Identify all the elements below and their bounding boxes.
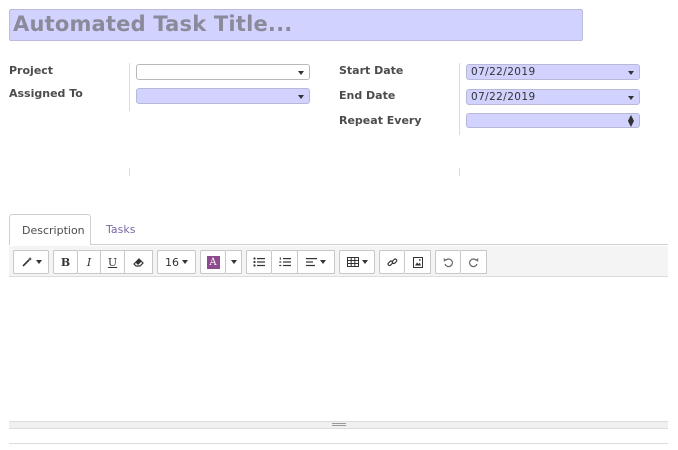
chevron-down-icon: [628, 96, 634, 100]
magic-wand-icon: [21, 257, 32, 267]
chevron-down-icon: [298, 95, 304, 99]
image-icon: [412, 256, 423, 268]
right-separator-lower: [459, 168, 460, 176]
undo-button[interactable]: [435, 250, 461, 274]
left-separator-lower: [129, 168, 130, 176]
font-color-dropdown[interactable]: [226, 250, 242, 274]
project-select[interactable]: [136, 64, 310, 80]
font-color-button[interactable]: A: [200, 250, 226, 274]
align-left-icon: [306, 258, 317, 267]
font-color-icon: A: [206, 255, 220, 269]
font-size-dropdown[interactable]: 16: [157, 250, 196, 274]
insert-link-button[interactable]: [379, 250, 405, 274]
description-editor-area[interactable]: [9, 278, 668, 421]
style-dropdown-button[interactable]: [13, 250, 49, 274]
tab-tasks[interactable]: Tasks: [106, 223, 135, 236]
footer-divider: [9, 443, 668, 444]
redo-icon: [469, 257, 479, 267]
insert-image-button[interactable]: [405, 250, 431, 274]
table-dropdown-button[interactable]: [339, 250, 375, 274]
unordered-list-button[interactable]: [246, 250, 272, 274]
start-date-label: Start Date: [339, 64, 404, 77]
chevron-down-icon: [230, 260, 237, 264]
italic-button[interactable]: I: [78, 250, 101, 274]
tab-description[interactable]: Description: [9, 214, 91, 245]
assigned-to-label: Assigned To: [9, 87, 83, 100]
ordered-list-button[interactable]: [272, 250, 298, 274]
tab-bar-line: [9, 244, 668, 245]
repeat-every-select[interactable]: ▲ ▼: [466, 113, 640, 128]
bullet-list-icon: [253, 257, 265, 267]
clear-format-button[interactable]: [125, 250, 153, 274]
paragraph-align-dropdown[interactable]: [298, 250, 335, 274]
start-date-field[interactable]: 07/22/2019: [466, 64, 640, 80]
numbered-list-icon: [278, 257, 291, 267]
eraser-icon: [132, 258, 144, 267]
chevron-down-icon: [298, 71, 304, 75]
undo-icon: [443, 257, 453, 267]
up-down-arrows-icon: ▲ ▼: [627, 113, 634, 128]
chevron-down-icon: [628, 71, 634, 75]
end-date-label: End Date: [339, 89, 396, 102]
underline-button[interactable]: U: [101, 250, 125, 274]
project-label: Project: [9, 64, 54, 77]
resize-grip-icon: [332, 423, 346, 424]
task-title-placeholder: Automated Task Title...: [13, 12, 293, 36]
left-separator: [129, 63, 130, 111]
end-date-value: 07/22/2019: [471, 91, 536, 103]
right-separator: [459, 63, 460, 135]
assigned-to-select[interactable]: [136, 88, 310, 104]
bold-button[interactable]: B: [53, 250, 78, 274]
redo-button[interactable]: [461, 250, 487, 274]
repeat-every-label: Repeat Every: [339, 114, 422, 127]
table-icon: [346, 257, 359, 267]
link-icon: [387, 258, 397, 266]
end-date-field[interactable]: 07/22/2019: [466, 89, 640, 105]
start-date-value: 07/22/2019: [471, 66, 536, 78]
